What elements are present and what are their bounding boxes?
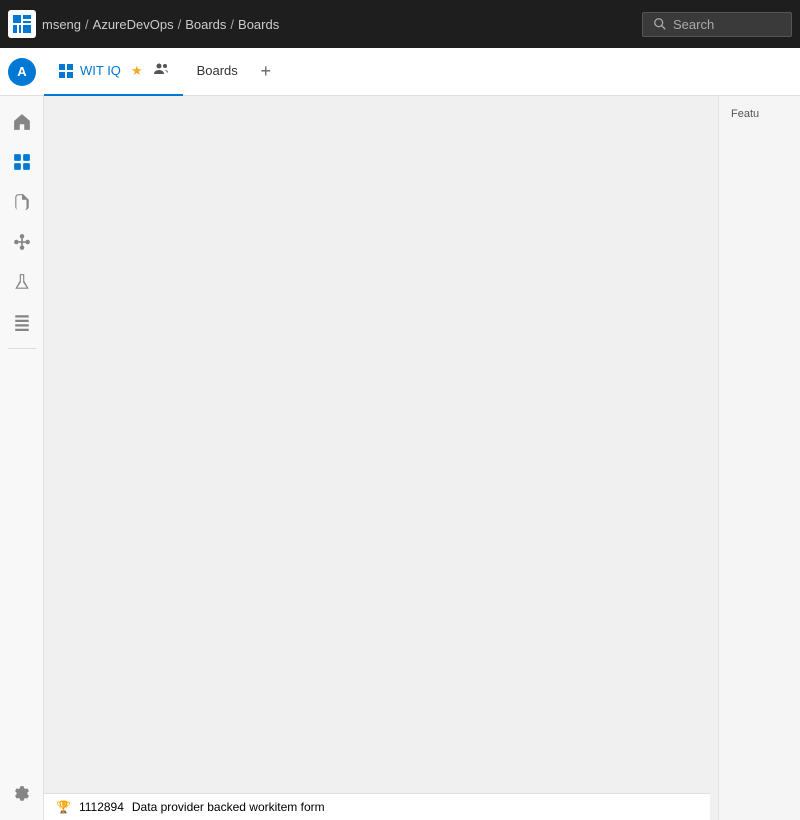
sidebar-item-test[interactable] <box>4 264 40 300</box>
sidebar-item-pipelines[interactable] <box>4 224 40 260</box>
right-panel-feature-label: Featu <box>723 104 796 124</box>
sidebar-divider <box>8 348 36 349</box>
app-logo <box>8 10 36 38</box>
search-box[interactable]: Search <box>642 12 792 37</box>
sidebar-item-artifacts[interactable] <box>4 304 40 340</box>
breadcrumb-project[interactable]: AzureDevOps <box>93 17 174 32</box>
sidebar-bottom <box>4 776 40 812</box>
org-avatar: A <box>8 58 36 86</box>
sidebar-item-home[interactable] <box>4 104 40 140</box>
sidebar-item-repos[interactable] <box>4 184 40 220</box>
tab-wit-iq[interactable]: WIT IQ ★ <box>44 48 183 96</box>
add-tab-button[interactable]: + <box>252 58 280 86</box>
background <box>44 96 800 820</box>
top-nav: mseng / AzureDevOps / Boards / Boards Se… <box>0 0 800 48</box>
main-area: Featu 🏆 FEATURE 1211236* ✕ <box>0 96 800 820</box>
tab-boards[interactable]: Boards <box>183 48 252 96</box>
tab-wit-iq-label: WIT IQ <box>80 63 121 78</box>
related-item-id: 1112894 <box>79 800 124 814</box>
bottom-bar: 🏆 1112894 Data provider backed workitem … <box>48 793 710 820</box>
related-item-icon: 🏆 <box>56 800 71 814</box>
sidebar-item-settings[interactable] <box>4 776 40 812</box>
breadcrumb-org[interactable]: mseng <box>42 17 81 32</box>
right-panel: Featu <box>718 96 800 820</box>
tab-boards-label: Boards <box>197 63 238 78</box>
search-label: Search <box>673 17 714 32</box>
related-item-label[interactable]: Data provider backed workitem form <box>132 800 325 814</box>
people-icon <box>153 61 169 80</box>
content-area: Featu 🏆 FEATURE 1211236* ✕ <box>44 96 800 820</box>
left-sidebar <box>0 96 44 820</box>
sidebar-item-boards[interactable] <box>4 144 40 180</box>
breadcrumb: mseng / AzureDevOps / Boards / Boards <box>42 17 279 32</box>
star-icon[interactable]: ★ <box>131 63 143 79</box>
breadcrumb-section2[interactable]: Boards <box>238 17 279 32</box>
breadcrumb-section1[interactable]: Boards <box>185 17 226 32</box>
tab-bar: A WIT IQ ★ Boards + <box>0 48 800 96</box>
